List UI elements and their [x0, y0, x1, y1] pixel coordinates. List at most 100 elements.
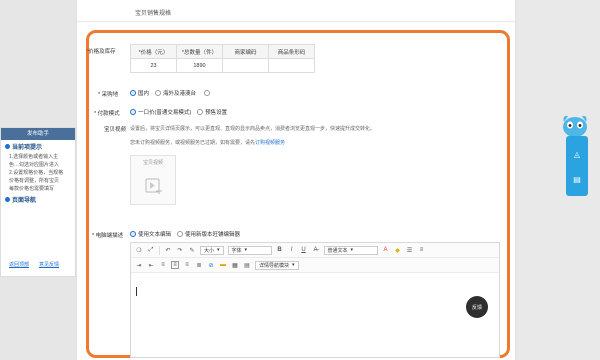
radio-checked-icon[interactable] [130, 90, 136, 96]
origin-label: * 采购地 [98, 92, 119, 98]
price-cell[interactable]: 23 [130, 58, 177, 73]
desktop-desc-label: * 电脑端描述 [92, 233, 124, 239]
source-code-icon[interactable]: ❍ [135, 246, 143, 254]
assistant-tip-section[interactable]: 当前项提示 [1, 140, 75, 153]
sku-table: *价格（元） *总数量（件） 商家编码 商品条形码 23 1890 [130, 44, 315, 73]
ordered-list-icon[interactable]: ☰ [406, 246, 414, 254]
feedback-link[interactable]: 意见反馈 [39, 261, 59, 268]
assistant-header: 发布助手 [1, 128, 75, 140]
assistant-tip-body: 1.选择颜色或者输入主 色…勾选对应图片进入 2.设置规格价格，当规格 价格有调… [1, 153, 75, 193]
image-icon[interactable]: ▬ [219, 261, 227, 269]
merchant-code-cell[interactable] [222, 58, 269, 73]
right-service-widget: ◬ ▤ [566, 136, 588, 196]
radio-checked-icon[interactable] [130, 231, 136, 237]
upload-caption: 宝贝视频 [142, 160, 163, 166]
order-video-link[interactable]: 订购视频服务 [255, 140, 285, 146]
origin-overseas-label: 海外及港澳台 [163, 91, 197, 97]
tip-line: 1.选择颜色或者输入主 [9, 154, 59, 160]
assistant-links: 返回顶部 意见反馈 [9, 261, 59, 268]
payment-fixed-label: 一口价(普通交易模式) [138, 110, 192, 116]
merchant-code-header: 商家编码 [222, 44, 269, 59]
payment-mode-label: * 付款模式 [94, 111, 120, 117]
text-editor-option[interactable]: 使用文本编辑 [130, 230, 171, 238]
tip-dot-icon [5, 144, 10, 149]
payment-fixed-option[interactable]: 一口价(普通交易模式) [130, 108, 191, 116]
detail-module-select[interactable]: 详情导航模块 ▾ [255, 260, 299, 270]
price-stock-label: *价格及库存 [86, 49, 116, 55]
tip-line: 色…勾选对应图片进入 [9, 162, 60, 168]
paragraph-style-select[interactable]: 普通文本 ▾ [323, 245, 378, 255]
assistant-tip-title: 当前项提示 [12, 145, 43, 151]
table-icon[interactable]: ▦ [231, 261, 239, 269]
undo-icon[interactable]: ↶ [164, 246, 172, 254]
origin-domestic-label: 国内 [138, 91, 150, 97]
video-add-icon [145, 178, 162, 194]
bell-icon[interactable]: ◬ [572, 149, 582, 159]
origin-domestic-option[interactable]: 国内 [130, 89, 149, 97]
video-upload-box[interactable]: 宝贝视频 [130, 155, 176, 205]
editor-toolbar-row1: ❍ ⤢ ↶ ↷ ✎ 大小 ▾ 字体 ▾ B I U A̶ 普通文本 ▾ A ◆ ☰ ≡ [131, 243, 499, 258]
editor-toolbar-row2: ⇥ ⇤ ≡ ≡ ≡ ≣ ⊘ ▬ ▦ ▤ 详情导航模块 ▾ [131, 258, 499, 273]
payment-options: 一口价(普通交易模式) 预售设置 [130, 108, 227, 116]
nav-dot-icon [5, 197, 10, 202]
text-editor-label: 使用文本编辑 [138, 232, 172, 238]
main-video-label: 宝贝视频 [104, 127, 127, 133]
tip-line: 2.设置规格价格，当规格 [9, 170, 64, 176]
new-editor-label: 使用新版本旺铺编辑器 [185, 232, 241, 238]
section-header: 宝贝销售规格 [77, 0, 517, 22]
publish-assistant-panel: 发布助手 当前项提示 1.选择颜色或者输入主 色…勾选对应图片进入 2.设置规格… [0, 127, 76, 277]
outdent-icon[interactable]: ⇤ [147, 261, 155, 269]
underline-icon[interactable]: U [300, 246, 308, 254]
editor-mode-options: 使用文本编辑 使用新版本旺铺编辑器 [130, 230, 240, 238]
highlight-color-icon[interactable]: ◆ [394, 246, 402, 254]
new-editor-option[interactable]: 使用新版本旺铺编辑器 [177, 230, 240, 238]
radio-unchecked-icon[interactable] [197, 109, 204, 115]
italic-icon[interactable]: I [288, 246, 296, 254]
section-title: 宝贝销售规格 [135, 11, 172, 17]
barcode-cell[interactable] [268, 58, 315, 73]
price-header: *价格（元） [130, 44, 177, 59]
radio-unchecked-icon[interactable] [177, 231, 184, 237]
tip-line: 每款价格也需要填写 [9, 186, 55, 192]
unordered-list-icon[interactable]: ≡ [418, 246, 426, 254]
font-family-select[interactable]: 字体 ▾ [227, 245, 272, 255]
module-icon[interactable]: ▤ [243, 261, 251, 269]
bold-icon[interactable]: B [276, 246, 284, 254]
tip-line: 价格有调整，所有宝贝 [9, 178, 60, 184]
page-nav-title: 页面导航 [12, 198, 37, 204]
page-nav-section[interactable]: 页面导航 [1, 193, 75, 206]
redo-icon[interactable]: ↷ [176, 246, 184, 254]
detail-module-value: 详情导航模块 [259, 262, 290, 269]
radio-unchecked-icon[interactable] [155, 90, 162, 96]
origin-overseas-option[interactable]: 海外及港澳台 [155, 89, 196, 97]
align-center-icon[interactable]: ≡ [171, 261, 179, 269]
paragraph-style-value: 普通文本 [327, 247, 348, 254]
indent-icon[interactable]: ⇥ [135, 261, 143, 269]
align-left-icon[interactable]: ≡ [159, 261, 167, 269]
link-icon[interactable]: ⊘ [207, 261, 215, 269]
toolbar-divider [159, 245, 160, 255]
origin-options: 国内 海外及港澳台 [130, 89, 212, 97]
back-to-top-link[interactable]: 返回顶部 [9, 261, 29, 268]
note-icon[interactable]: ▤ [572, 174, 582, 184]
format-painter-icon[interactable]: ✎ [188, 246, 196, 254]
video-desc: 设置后，将宝贝详情页展示，可以更直观、直观的显示商品卖点，消费者浏览更直观一步，… [130, 126, 376, 132]
strikethrough-icon[interactable]: A̶ [312, 246, 320, 254]
rich-text-editor[interactable]: ❍ ⤢ ↶ ↷ ✎ 大小 ▾ 字体 ▾ B I U A̶ 普通文本 ▾ A ◆ ☰ ≡… [130, 242, 500, 358]
radio-unchecked-icon[interactable] [204, 90, 211, 96]
font-color-icon[interactable]: A [382, 246, 390, 254]
video-desc-2-text: 您未订购视频服务，或视频服务已过期，如有需要，请先 [130, 140, 256, 146]
floating-feedback-button[interactable]: 反馈 [466, 296, 488, 318]
payment-presale-label: 预售设置 [205, 110, 228, 116]
font-size-select[interactable]: 大小 ▾ [200, 245, 224, 255]
video-desc-2: 您未订购视频服务，或视频服务已过期，如有需要，请先订购视频服务 [130, 139, 285, 146]
align-justify-icon[interactable]: ≣ [195, 261, 203, 269]
align-right-icon[interactable]: ≡ [183, 261, 191, 269]
payment-presale-option[interactable]: 预售设置 [197, 108, 227, 116]
fullscreen-icon[interactable]: ⤢ [147, 246, 155, 254]
quantity-header: *总数量（件） [176, 44, 223, 59]
radio-checked-icon[interactable] [130, 109, 136, 115]
font-family-value: 字体 [231, 247, 242, 254]
quantity-cell[interactable]: 1890 [176, 58, 223, 73]
text-caret [136, 287, 137, 296]
